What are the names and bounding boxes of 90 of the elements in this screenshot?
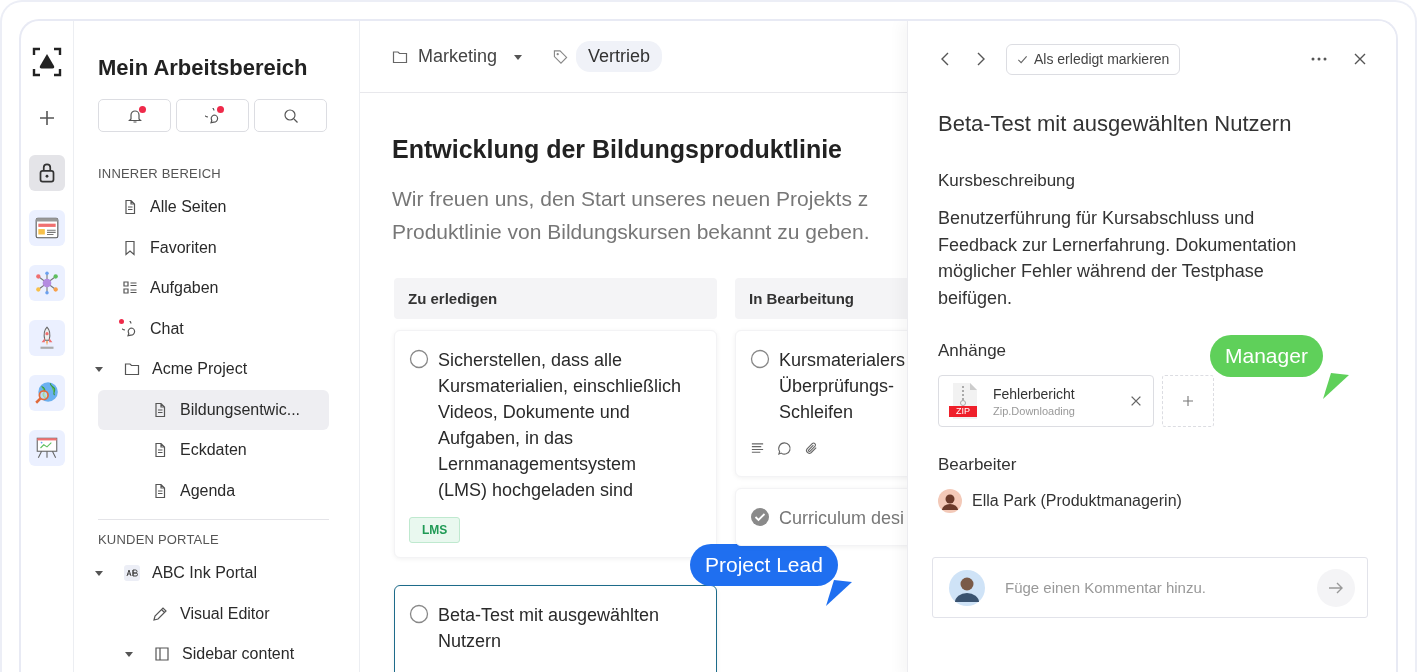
rocket-icon[interactable] (29, 320, 65, 356)
section-heading: INNERER BEREICH (98, 166, 222, 181)
task-title: Beta-Test mit ausgewählten Nutzern (938, 111, 1293, 137)
sidebar-item[interactable]: Visual Editor (98, 593, 329, 634)
ab-icon (124, 565, 140, 582)
pointer-icon (1322, 373, 1349, 401)
attachment-file[interactable]: ZIP Fehlerbericht Zip.Downloading (938, 375, 1154, 427)
task-title: Curriculum desi (779, 507, 905, 530)
sidebar-item[interactable]: Favoriten (98, 227, 329, 268)
checkbox-circle[interactable] (409, 604, 429, 624)
browser-window-icon[interactable] (29, 210, 65, 246)
add-icon[interactable] (39, 110, 55, 126)
page-icon (152, 442, 168, 459)
workspace-title: Mein Arbeitsbereich (98, 55, 309, 81)
folder-icon (124, 361, 140, 378)
bell-button[interactable] (98, 99, 171, 132)
file-type-label: ZIP (949, 406, 977, 417)
task-title: Sicherstellen, dass alle Kursmaterialien, einschließlich Videos, Dokumente und Aufgaben, in das Lernmanagementsystem (LMS) hochgeladen sind (438, 349, 682, 502)
tooltip: Manager (1210, 335, 1323, 377)
close-icon[interactable] (1129, 394, 1143, 408)
task-tag: LMS (409, 517, 461, 543)
notification-dot (138, 105, 146, 113)
task-card[interactable]: Curriculum desi (735, 488, 907, 546)
send-button[interactable] (1317, 568, 1355, 607)
tag-chip[interactable]: Vertrieb (576, 41, 663, 72)
tooltip: Project Lead (690, 544, 838, 586)
sidebar-item[interactable]: Eckdaten (98, 430, 329, 471)
folder-icon (392, 48, 408, 65)
pointer-icon (825, 580, 852, 608)
description-icon (750, 441, 765, 456)
page-title: Entwicklung der Bildungsproduktlinie (392, 135, 843, 164)
task-title: Beta-Test mit ausgewählten Nutzern (438, 604, 660, 653)
assignee-name: Ella Park (Produktmanagerin) (972, 492, 1182, 510)
search-button[interactable] (254, 99, 327, 132)
file-name: Fehlerbericht (993, 385, 1076, 402)
checked-circle-icon[interactable] (750, 507, 770, 527)
sidebar-icon (154, 646, 170, 663)
checkbox-circle[interactable] (409, 349, 429, 369)
intro-text: Wir freuen uns, den Start unseres neuen Projekts z Produktlinie von Bildungskursen bekannt zu geben. (392, 186, 871, 245)
sidebar-item[interactable]: Chat (98, 308, 329, 349)
network-icon[interactable] (29, 265, 65, 301)
attachment-icon (804, 441, 819, 456)
comment-icon (777, 441, 792, 456)
column-header: Zu erledigen (394, 278, 717, 319)
logo-icon[interactable] (32, 47, 62, 77)
bookmark-icon (122, 239, 138, 256)
sidebar-item[interactable]: ABC Ink Portal (98, 553, 329, 594)
notification-dot (216, 105, 224, 113)
sidebar-item[interactable]: Aufgaben (98, 268, 329, 309)
task-title: Kursmaterialers Überprüfungs- Schleifen (779, 349, 906, 424)
presentation-board-icon[interactable] (29, 430, 65, 466)
globe-search-icon[interactable] (29, 375, 65, 411)
task-card[interactable]: Beta-Test mit ausgewählten Nutzern (394, 585, 717, 672)
section-heading: Kursbeschreibung (938, 171, 1076, 191)
file-status: Zip.Downloading (993, 404, 1076, 417)
mark-done-button[interactable]: Als erledigt markieren (1006, 43, 1181, 75)
comment-input[interactable]: Füge einen Kommentar hinzu. (1003, 578, 1299, 597)
page-icon (152, 482, 168, 499)
search-icon (282, 107, 299, 124)
close-icon[interactable] (1352, 51, 1368, 67)
pencil-icon (152, 605, 168, 622)
chat-button[interactable] (176, 99, 249, 132)
page-icon (152, 401, 168, 418)
sidebar-item[interactable]: Acme Project (98, 349, 329, 390)
column-header: In Bearbeitung (735, 278, 907, 319)
lock-icon[interactable] (29, 155, 65, 191)
more-icon[interactable] (1310, 56, 1328, 62)
add-icon (1182, 395, 1194, 407)
section-heading: KUNDEN PORTALE (98, 532, 220, 547)
avatar (949, 569, 985, 606)
sidebar-item[interactable]: Sidebar content (98, 634, 329, 672)
sidebar-item[interactable]: Alle Seiten (98, 187, 329, 228)
task-card[interactable]: Sicherstellen, dass alle Kursmaterialien, einschließlich Videos, Dokumente und Aufgaben, in das Lernmanagementsystem (LMS) hochgeladen sind LMS (394, 330, 717, 558)
chat-icon (122, 320, 138, 337)
sidebar-item[interactable]: Agenda (98, 470, 329, 511)
task-card[interactable]: Kursmaterialers Überprüfungs- Schleifen (735, 330, 907, 477)
sidebar-item[interactable]: Bildungsentwic... (98, 389, 329, 430)
bell-icon (126, 107, 143, 124)
tag-icon (553, 48, 569, 65)
chat-icon (204, 107, 221, 124)
page-icon (122, 199, 138, 216)
section-heading: Bearbeiter (938, 455, 1017, 475)
notification-dot (119, 318, 124, 324)
avatar (938, 489, 962, 513)
folder-dropdown[interactable]: Marketing (392, 46, 524, 67)
checkbox-circle[interactable] (750, 349, 770, 369)
section-heading: Anhänge (938, 341, 1007, 361)
check-icon (1017, 53, 1028, 65)
list-icon (122, 280, 138, 297)
description-text: Benutzerführung für Kursabschluss und Feedback zur Lernerfahrung. Dokumentation möglicher Fehler während der Testphase beifügen. (938, 207, 1298, 310)
